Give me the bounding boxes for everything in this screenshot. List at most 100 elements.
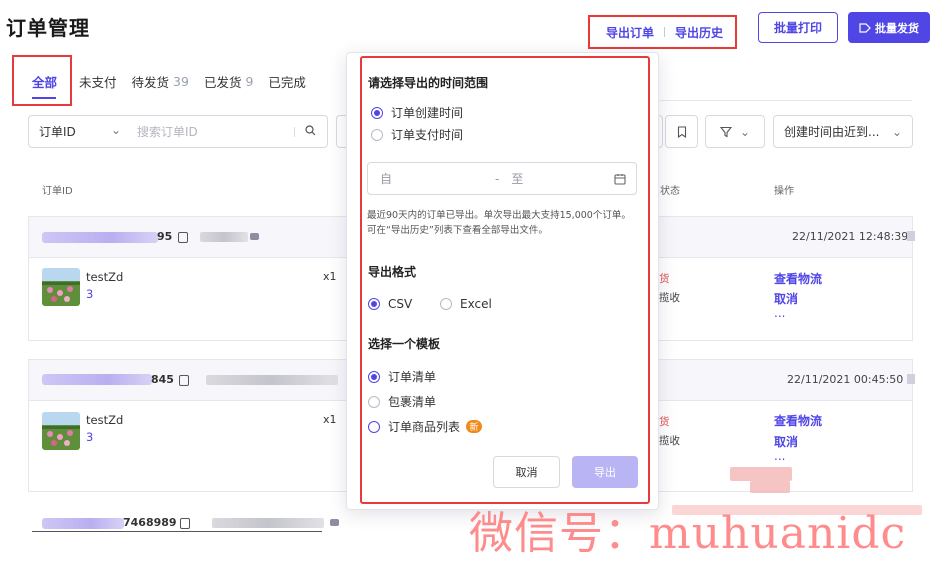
copy-icon[interactable] [179,375,189,386]
export-links-highlight: 导出订单 导出历史 [588,15,737,49]
filter-icon [719,126,732,137]
product-name: testZd [86,270,124,284]
radio-dot [371,128,383,141]
column-status: 状态 [660,186,680,197]
export-history-link[interactable]: 导出历史 [675,24,723,41]
more-actions[interactable]: ... [774,306,785,320]
product-variant: 3 [86,287,94,301]
view-logistics-link[interactable]: 查看物流 [774,270,822,287]
copy-icon[interactable] [178,232,188,243]
export-note: 最近90天内的订单已导出。单次导出最大支持15,000个订单。可在“导出历史”列… [367,210,631,236]
redaction-blur [730,467,792,481]
search-icon[interactable] [305,124,327,139]
more-actions[interactable]: ... [774,449,785,463]
tab-shipped[interactable]: 已发货 9 [204,56,253,106]
search-divider [294,126,295,137]
batch-print-button[interactable]: 批量打印 [758,12,838,43]
radio-csv-label: CSV [388,297,413,311]
tabs-divider [660,100,912,101]
radio-excel-label: Excel [460,297,492,311]
radio-csv[interactable]: CSV [368,297,412,311]
search-input[interactable]: 搜索订单ID [129,123,294,140]
template-title: 选择一个模板 [368,337,441,351]
radio-created-time[interactable]: 订单创建时间 [371,104,463,121]
radio-dot-selected [368,298,380,310]
template-package-list-label: 包裹清单 [388,395,437,409]
watermark-text: 微信号：muhuanidc [469,508,907,559]
tab-unpaid[interactable]: 未支付 [79,56,117,106]
chevron-down-icon: ⌄ [739,124,751,139]
tab-completed-label: 已完成 [268,74,306,90]
radio-paid-time[interactable]: 订单支付时间 [371,126,463,143]
radio-dot [368,395,380,408]
tab-all-highlight [12,55,72,106]
filter-button[interactable]: ⌄ [705,115,765,148]
cancel-button[interactable]: 取消 [493,456,560,488]
buyer-redacted [212,518,324,528]
flag-icon[interactable] [907,374,915,384]
order-id-tail: 845 [151,373,174,386]
chat-icon[interactable] [330,519,339,526]
order-id-redacted [42,374,152,385]
order-id-redacted [42,232,158,243]
product-qty: x1 [323,413,337,426]
export-popover-highlight [360,56,650,504]
date-to-input[interactable]: 至 [511,170,523,187]
export-divider [664,27,666,37]
radio-template-order-list[interactable]: 订单清单 [368,368,436,385]
date-separator: - [495,171,500,186]
product-thumbnail [42,268,80,306]
column-order-id: 订单ID [42,186,73,197]
sort-select[interactable]: 创建时间由近到... ⌄ [773,115,913,148]
new-badge: 新 [466,420,483,433]
radio-template-product-list[interactable]: 订单商品列表 新 [368,418,483,435]
export-orders-link[interactable]: 导出订单 [606,24,654,41]
ship-tag-icon [859,22,871,33]
bookmark-icon [677,125,686,138]
radio-dot [368,420,380,433]
radio-paid-label: 订单支付时间 [391,128,464,142]
product-variant: 3 [86,430,94,444]
tab-shipped-count: 9 [245,73,254,89]
tab-completed[interactable]: 已完成 [268,56,306,106]
order-timestamp: 22/11/2021 00:45:50 [787,373,904,386]
product-name: testZd [86,413,124,427]
radio-excel[interactable]: Excel [440,297,492,311]
radio-template-package-list[interactable]: 包裹清单 [368,393,436,410]
bookmark-button[interactable] [665,115,698,148]
view-logistics-link[interactable]: 查看物流 [774,412,822,429]
format-title: 导出格式 [368,265,417,279]
calendar-icon[interactable] [614,173,626,185]
sort-select-label: 创建时间由近到... [784,125,880,139]
template-order-list-label: 订单清单 [388,370,437,384]
cancel-order-link[interactable]: 取消 [774,433,798,450]
product-qty: x1 [323,270,337,283]
tab-to-ship[interactable]: 待发货 39 [132,56,189,106]
tab-to-ship-count: 39 [173,73,189,89]
chat-icon[interactable] [250,233,259,240]
search-field-select-label: 订单ID [39,125,76,139]
buyer-redacted [206,375,338,385]
tab-shipped-label: 已发货 [203,74,242,90]
time-range-title: 请选择导出的时间范围 [368,76,489,90]
cancel-order-link[interactable]: 取消 [774,290,798,307]
export-button[interactable]: 导出 [572,456,638,488]
column-actions: 操作 [774,186,794,197]
batch-ship-button[interactable]: 批量发货 [848,12,930,43]
order-status: 货 [659,416,670,428]
search-field-select[interactable]: 订单ID ⌄ [29,123,129,140]
order-timestamp: 22/11/2021 12:48:39 [792,230,909,243]
page-title: 订单管理 [6,16,90,40]
product-thumbnail [42,412,80,450]
radio-created-label: 订单创建时间 [391,106,464,120]
tab-to-ship-label: 待发货 [131,74,170,90]
date-range-picker[interactable]: 自 - 至 [367,162,637,195]
batch-ship-label: 批量发货 [875,21,919,35]
date-from-input[interactable]: 自 [380,170,392,187]
copy-icon[interactable] [180,518,190,529]
radio-dot-selected [371,106,383,119]
row-divider [32,531,322,532]
order-id-tail: 7468989 [123,516,177,529]
chevron-down-icon: ⌄ [110,123,121,137]
flag-icon[interactable] [907,231,915,241]
